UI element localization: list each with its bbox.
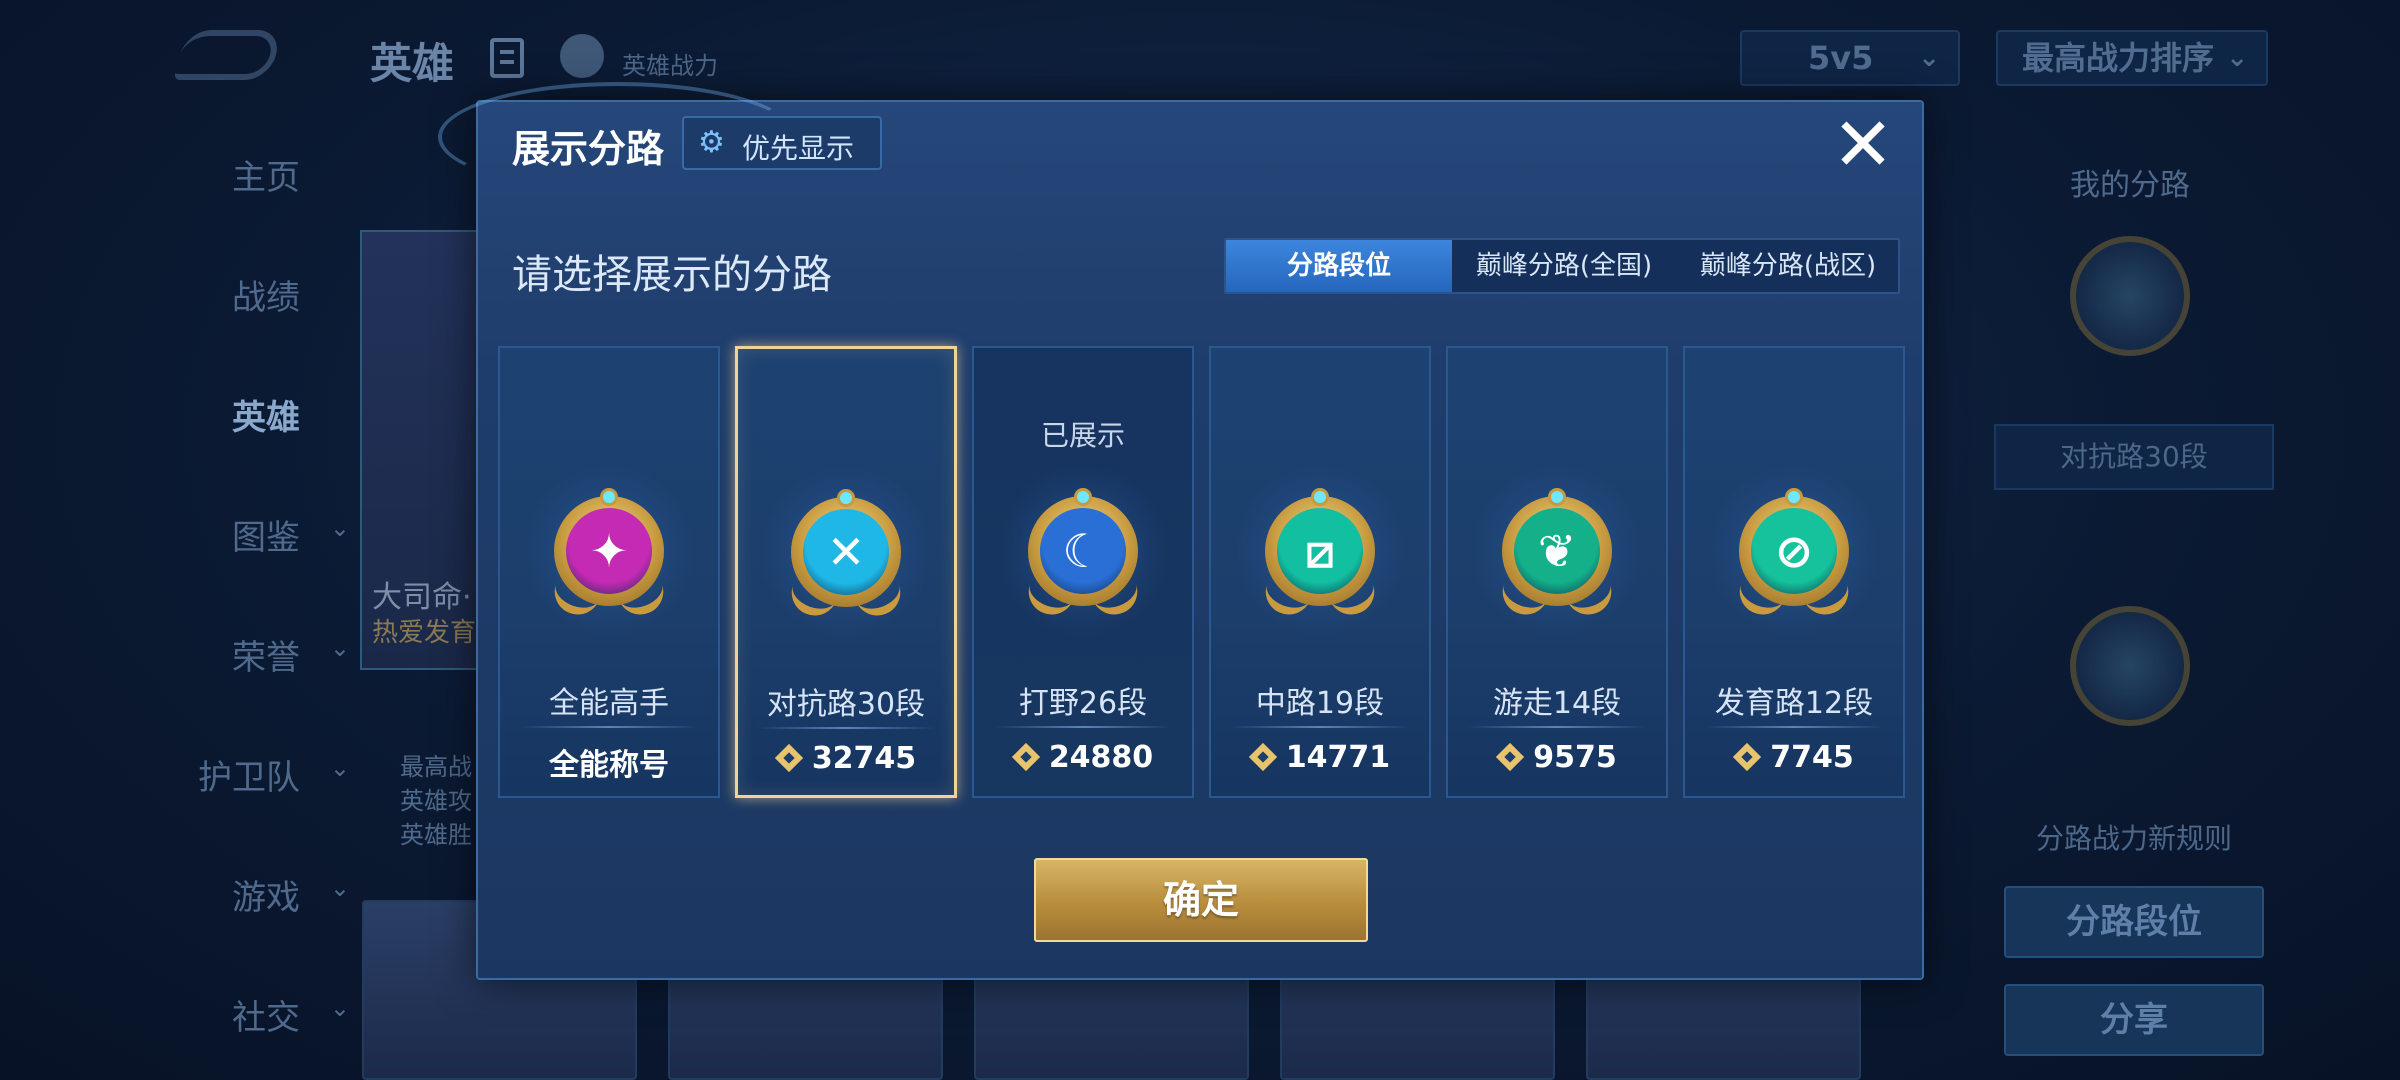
hero-stat-line: 最高战 (400, 753, 472, 781)
lane-tabs: 分路段位 巅峰分路(全国) 巅峰分路(战区) (1224, 238, 1900, 294)
chevron-down-icon: ⌄ (329, 994, 350, 1022)
divider (1705, 726, 1883, 728)
priority-display-button[interactable]: ⚙ 优先显示 (682, 116, 882, 170)
sort-select-value: 最高战力排序 (2022, 39, 2215, 77)
divider (520, 726, 698, 728)
nav-label: 护卫队 (198, 758, 300, 798)
roam-emblem-icon: ❦ (1472, 466, 1642, 636)
chevron-down-icon: ⌄ (329, 874, 350, 902)
lane-name: 全能高手 (549, 686, 669, 721)
my-lane-label: 对抗路30段 (1994, 424, 2274, 490)
lane-rank-button[interactable]: 分路段位 (2004, 886, 2264, 958)
tab-peak-region[interactable]: 巅峰分路(战区) (1676, 240, 1900, 292)
lane-card-clash[interactable]: ✕ 对抗路30段 32745 (735, 346, 957, 798)
nav-item-codex[interactable]: 图鉴 ⌄ (150, 500, 350, 560)
clash-lane-emblem-icon: ✕ (761, 467, 931, 637)
divider (1231, 726, 1409, 728)
chevron-down-icon: ⌄ (329, 514, 350, 542)
chevron-down-icon: ⌄ (2226, 43, 2248, 73)
lane-power: 14771 (1211, 740, 1429, 775)
hero-card-name: 大司命· (372, 580, 472, 615)
hero-stat-line: 英雄攻 (400, 787, 472, 815)
chevron-down-icon: ⌄ (329, 754, 350, 782)
lane-card-mid[interactable]: ⧄ 中路19段 14771 (1209, 346, 1431, 798)
power-icon (1013, 744, 1039, 770)
lane-value: 全能称号 (549, 748, 669, 783)
hero-power-icon (560, 34, 604, 78)
close-icon[interactable]: ✕ (1828, 108, 1898, 182)
lane-name: 发育路12段 (1714, 686, 1874, 721)
page-title: 英雄 (370, 39, 455, 88)
confirm-button[interactable]: 确定 (1034, 858, 1368, 942)
share-button[interactable]: 分享 (2004, 984, 2264, 1056)
nav-item-hero[interactable]: 英雄 (150, 380, 350, 440)
lane-cards: ✦ 全能高手 全能称号 ✕ 对抗路30段 32745 已展示 ☾ 打野26段 2… (498, 346, 1906, 798)
hero-card-subtitle: 热爱发育 (372, 618, 477, 648)
sort-select[interactable]: 最高战力排序 ⌄ (1996, 30, 2268, 86)
nav-label: 游戏 (232, 878, 300, 918)
nav-label: 图鉴 (232, 518, 300, 558)
lane-power: 24880 (974, 740, 1192, 775)
nav-label: 荣誉 (232, 638, 300, 678)
lane-power: 9575 (1448, 740, 1666, 775)
shown-tag: 已展示 (1040, 419, 1125, 452)
display-lane-modal: 展示分路 ⚙ 优先显示 ✕ 请选择展示的分路 分路段位 巅峰分路(全国) 巅峰分… (438, 82, 1924, 980)
mode-select[interactable]: 5v5 ⌄ (1740, 30, 1960, 86)
lane-badge-icon (2070, 236, 2190, 356)
nav-label: 战绩 (232, 278, 300, 318)
divider (994, 726, 1172, 728)
lane-name: 打野26段 (1018, 686, 1148, 721)
all-round-emblem-icon: ✦ (524, 466, 694, 636)
lane-name: 中路19段 (1255, 686, 1385, 721)
farm-lane-emblem-icon: ⊘ (1709, 466, 1879, 636)
priority-display-label: 优先显示 (742, 132, 855, 165)
hero-stats: 最高战 英雄攻 英雄胜 (400, 750, 472, 852)
power-icon (776, 745, 802, 771)
power-icon (1250, 744, 1276, 770)
nav-item-record[interactable]: 战绩 (150, 260, 350, 320)
chevron-down-icon: ⌄ (329, 634, 350, 662)
chevron-down-icon: ⌄ (1918, 43, 1940, 73)
lane-power: 32745 (738, 741, 954, 776)
back-icon[interactable] (173, 30, 283, 80)
nav-item-home[interactable]: 主页 (150, 140, 350, 200)
mid-lane-emblem-icon: ⧄ (1235, 466, 1405, 636)
divider (1468, 726, 1646, 728)
nav-item-social[interactable]: 社交 ⌄ (150, 980, 350, 1040)
hero-stat-line: 英雄胜 (400, 821, 472, 849)
my-lane-title: 我的分路 (2070, 168, 2190, 203)
nav-label: 主页 (232, 158, 300, 198)
hero-power-label: 英雄战力 (622, 52, 718, 80)
lane-name: 对抗路30段 (766, 687, 926, 722)
lane-card-all-round[interactable]: ✦ 全能高手 全能称号 (498, 346, 720, 798)
nav-item-honor[interactable]: 荣誉 ⌄ (150, 620, 350, 680)
power-icon (1497, 744, 1523, 770)
divider (758, 727, 934, 729)
tab-lane-rank[interactable]: 分路段位 (1226, 240, 1452, 292)
lane-card-roam[interactable]: ❦ 游走14段 9575 (1446, 346, 1668, 798)
lane-name: 游走14段 (1492, 686, 1622, 721)
lane-card-jungle[interactable]: 已展示 ☾ 打野26段 24880 (972, 346, 1194, 798)
modal-subtitle: 请选择展示的分路 (512, 252, 832, 298)
gear-icon: ⚙ (698, 125, 725, 160)
lane-card-farm[interactable]: ⊘ 发育路12段 7745 (1683, 346, 1905, 798)
jungle-badge-icon (2070, 606, 2190, 726)
nav-item-guard[interactable]: 护卫队 ⌄ (150, 740, 350, 800)
power-icon (1734, 744, 1760, 770)
jungle-emblem-icon: ☾ (998, 466, 1168, 636)
modal-title: 展示分路 (512, 127, 665, 171)
rule-note[interactable]: 分路战力新规则 (1994, 806, 2274, 872)
nav-item-game[interactable]: 游戏 ⌄ (150, 860, 350, 920)
nav-label: 英雄 (232, 398, 300, 438)
tab-peak-national[interactable]: 巅峰分路(全国) (1452, 240, 1676, 292)
mode-select-value: 5v5 (1808, 39, 1874, 77)
nav-label: 社交 (232, 998, 300, 1038)
lane-power: 7745 (1685, 740, 1903, 775)
list-icon[interactable] (490, 38, 524, 78)
